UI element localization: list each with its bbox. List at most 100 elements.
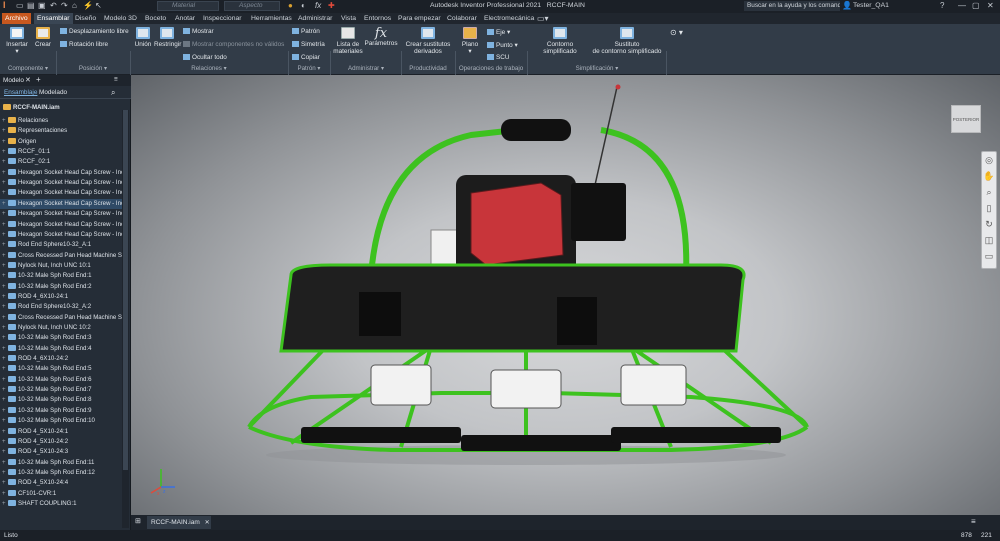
- zoom-window-icon[interactable]: ▯: [982, 200, 996, 216]
- tab-colaborar[interactable]: Colaborar: [444, 13, 480, 24]
- union-button[interactable]: Unión: [133, 27, 153, 48]
- look-at-icon[interactable]: ◫: [982, 232, 996, 248]
- help-search-input[interactable]: Buscar en la ayuda y los comandos: [744, 1, 840, 11]
- tree-item[interactable]: + Rod End Sphere10-32_A:2: [0, 302, 122, 312]
- desplazamiento-libre-button[interactable]: Desplazamiento libre: [60, 28, 129, 35]
- browser-scrollbar[interactable]: [122, 110, 129, 528]
- tree-item[interactable]: + ROD 4_6X10-24:1: [0, 292, 122, 302]
- tree-item[interactable]: +10-32 Male Sph Rod End:5: [0, 364, 122, 374]
- tab-administrar[interactable]: Administrar: [295, 13, 335, 24]
- tab-electromecanica[interactable]: Electromecánica: [481, 13, 537, 24]
- browser-search-icon[interactable]: ⌕: [111, 88, 115, 98]
- tree-item[interactable]: +10-32 Male Sph Rod End:9: [0, 406, 122, 416]
- update-icon[interactable]: ⚡: [83, 1, 93, 10]
- tree-item[interactable]: +10-32 Male Sph Rod End:11: [0, 458, 122, 468]
- nav-customize-icon[interactable]: ▭: [982, 248, 996, 264]
- tree-item[interactable]: + Hexagon Socket Head Cap Screw - Inch: [0, 168, 122, 178]
- user-name[interactable]: Tester_QA1: [853, 2, 889, 9]
- parametros-button[interactable]: fx Parámetros: [364, 27, 398, 47]
- browser-tab-modelado[interactable]: Modelado: [39, 89, 67, 96]
- tab-inspeccionar[interactable]: Inspeccionar: [200, 13, 245, 24]
- eje-button[interactable]: Eje ▾: [487, 28, 510, 36]
- doc-tabs-overflow-icon[interactable]: ≡: [971, 517, 976, 526]
- redo-icon[interactable]: ↷: [61, 1, 68, 10]
- ribbon-extra-options-icon[interactable]: ⊙ ▾: [670, 28, 683, 37]
- rotacion-libre-button[interactable]: Rotación libre: [60, 41, 108, 48]
- patron-button[interactable]: Patrón: [292, 28, 320, 35]
- browser-close-icon[interactable]: ✕: [25, 76, 31, 84]
- tree-item[interactable]: +10-32 Male Sph Rod End:3: [0, 333, 122, 343]
- tree-item[interactable]: + Hexagon Socket Head Cap Screw - Inch: [0, 178, 122, 188]
- tree-item[interactable]: +10-32 Male Sph Rod End:7: [0, 385, 122, 395]
- steering-wheel-icon[interactable]: ◎: [982, 152, 996, 168]
- tree-item[interactable]: + ROD 4_6X10-24:2: [0, 354, 122, 364]
- home-icon[interactable]: ⌂: [72, 1, 77, 10]
- tab-modelo-3d[interactable]: Modelo 3D: [101, 13, 140, 24]
- doc-tab-rccf-main[interactable]: RCCF-MAIN.iam ✕: [147, 516, 211, 529]
- crear-sustitutos-button[interactable]: Crear sustitutos derivados: [404, 27, 452, 55]
- new-file-icon[interactable]: ▭: [16, 1, 24, 10]
- tree-item[interactable]: + Rod End Sphere10-32_A:1: [0, 240, 122, 250]
- add-icon[interactable]: ✚: [328, 1, 335, 10]
- select-icon[interactable]: ↖: [95, 1, 102, 10]
- tree-item[interactable]: + Hexagon Socket Head Cap Screw - Inch: [0, 209, 122, 219]
- mostrar-componentes-button[interactable]: Mostrar componentes no válidos: [183, 41, 284, 48]
- tab-diseno[interactable]: Diseño: [72, 13, 99, 24]
- sustituto-contorno-button[interactable]: Sustituto de contorno simplificado: [592, 27, 662, 55]
- tab-herramientas[interactable]: Herramientas: [248, 13, 295, 24]
- open-file-icon[interactable]: ▤: [27, 1, 35, 10]
- tree-item[interactable]: +10-32 Male Sph Rod End:4: [0, 344, 122, 354]
- material-dropdown[interactable]: Material: [157, 1, 219, 11]
- orbit-icon[interactable]: ↻: [982, 216, 996, 232]
- clear-icon[interactable]: ◐: [301, 1, 306, 10]
- lista-materiales-button[interactable]: Lista de materiales: [333, 27, 363, 55]
- doc-tab-close-icon[interactable]: ✕: [205, 520, 210, 526]
- tree-item[interactable]: + CF101-CVR:1: [0, 489, 122, 499]
- ocultar-todo-button[interactable]: Ocultar todo: [183, 54, 227, 61]
- tree-item[interactable]: +10-32 Male Sph Rod End:12: [0, 468, 122, 478]
- plano-button[interactable]: Plano ▾: [458, 27, 482, 55]
- help-icon[interactable]: ?: [940, 1, 944, 10]
- undo-icon[interactable]: ↶: [50, 1, 57, 10]
- tab-para-empezar[interactable]: Para empezar: [395, 13, 444, 24]
- tree-item[interactable]: + RCCF_01:1: [0, 147, 122, 157]
- tree-item[interactable]: + SHAFT COUPLING:1: [0, 499, 122, 509]
- ribbon-options-icon[interactable]: ▭▾: [534, 13, 552, 24]
- tree-item[interactable]: + Nylock Nut, Inch UNC 10:1: [0, 261, 122, 271]
- maximize-icon[interactable]: ▢: [972, 1, 980, 10]
- browser-menu-icon[interactable]: ≡: [114, 76, 118, 83]
- viewcube[interactable]: POSTERIOR: [951, 105, 981, 133]
- tab-archivo[interactable]: Archivo: [2, 13, 31, 24]
- tree-item[interactable]: + RCCF_02:1: [0, 157, 122, 167]
- save-icon[interactable]: ▣: [38, 1, 46, 10]
- tree-item[interactable]: + ROD 4_5X10-24:1: [0, 427, 122, 437]
- tree-item[interactable]: +10-32 Male Sph Rod End:10: [0, 416, 122, 426]
- zoom-icon[interactable]: ⌕: [982, 184, 996, 200]
- crear-button[interactable]: Crear: [33, 27, 53, 48]
- pan-icon[interactable]: ✋: [982, 168, 996, 184]
- tree-item[interactable]: + Origen: [0, 137, 122, 147]
- mostrar-button[interactable]: Mostrar: [183, 28, 214, 35]
- tree-item[interactable]: + Representaciones: [0, 126, 122, 136]
- restringir-button[interactable]: Restringir: [154, 27, 181, 48]
- inventor-logo-icon[interactable]: I: [3, 0, 6, 10]
- tree-item[interactable]: + Hexagon Socket Head Cap Screw - Inch: [0, 230, 122, 240]
- graphics-window[interactable]: POSTERIOR ◎ ✋ ⌕ ▯ ↻ ◫ ▭ x z: [131, 75, 1000, 515]
- punto-button[interactable]: Punto ▾: [487, 41, 518, 49]
- tree-item[interactable]: + Hexagon Socket Head Cap Screw - Inch: [0, 188, 122, 198]
- doc-tabs-menu-icon[interactable]: ⊞: [135, 517, 141, 525]
- insertar-button[interactable]: Insertar ▾: [5, 27, 29, 55]
- simetria-button[interactable]: Simetría: [292, 41, 325, 48]
- close-icon[interactable]: ✕: [987, 1, 994, 10]
- contorno-simplificado-button[interactable]: Contorno simplificado: [530, 27, 590, 55]
- tree-item[interactable]: +Cross Recessed Pan Head Machine Screw: [0, 251, 122, 261]
- tab-anotar[interactable]: Anotar: [172, 13, 198, 24]
- tree-item[interactable]: + ROD 4_5X10-24:4: [0, 478, 122, 488]
- scu-button[interactable]: SCU: [487, 54, 510, 61]
- minimize-icon[interactable]: —: [958, 1, 966, 10]
- tree-item[interactable]: + ROD 4_5X10-24:2: [0, 437, 122, 447]
- appearance-dropdown[interactable]: Aspecto: [224, 1, 280, 11]
- tree-item[interactable]: + ROD 4_5X10-24:3: [0, 447, 122, 457]
- tree-item[interactable]: + Hexagon Socket Head Cap Screw - Inch: [0, 220, 122, 230]
- scroll-thumb[interactable]: [123, 110, 128, 470]
